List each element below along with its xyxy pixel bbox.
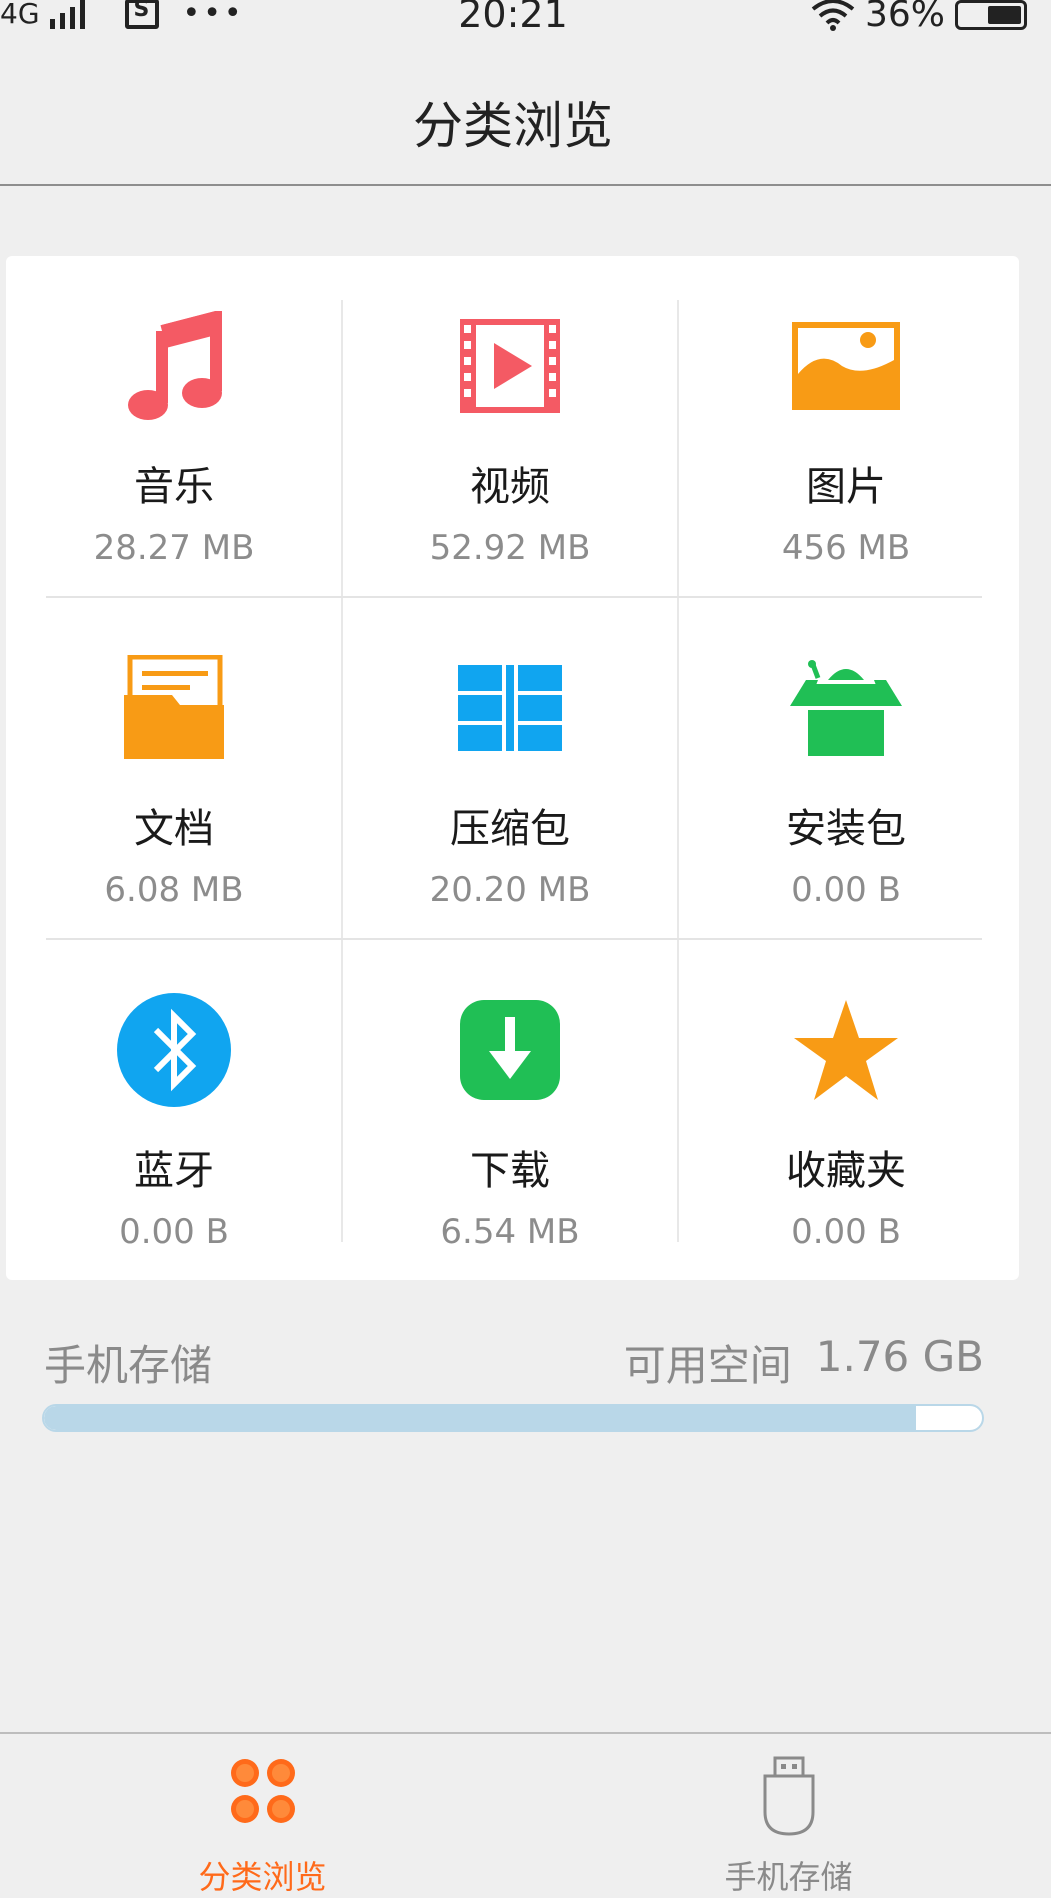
category-size: 0.00 B [791,870,901,910]
download-icon [342,995,678,1105]
category-archives[interactable]: 压缩包 20.20 MB [342,598,678,940]
category-favorites[interactable]: 收藏夹 0.00 B [678,940,1014,1282]
category-size: 6.08 MB [104,870,244,910]
free-space-value: 1.76 GB [815,1332,984,1381]
category-size: 20.20 MB [429,870,591,910]
star-icon [678,995,1014,1105]
wifi-icon [811,0,855,31]
category-documents[interactable]: 文档 6.08 MB [6,598,342,940]
storage-free: 可用空间 1.76 GB [624,1332,984,1393]
category-pictures[interactable]: 图片 456 MB [678,256,1014,598]
category-name: 音乐 [134,464,214,510]
music-note-icon [6,311,342,421]
tab-label: 手机存储 [724,1858,853,1896]
tab-phone-storage[interactable]: 手机存储 [526,1734,1051,1896]
video-film-icon [342,311,678,421]
category-downloads[interactable]: 下载 6.54 MB [342,940,678,1282]
category-grid: 音乐 28.27 MB 视频 52.92 MB 图片 456 MB 文档 6.0… [6,256,1019,1280]
title-bar: 分类浏览 [0,34,1051,186]
storage-label: 手机存储 [44,1341,213,1390]
category-size: 28.27 MB [93,528,255,568]
category-size: 6.54 MB [440,1212,580,1252]
storage-usage-bar [42,1404,984,1432]
category-name: 安装包 [786,806,906,852]
picture-icon [678,311,1014,421]
category-size: 0.00 B [791,1212,901,1252]
category-name: 图片 [806,464,886,510]
battery-icon [955,0,1027,30]
free-space-label: 可用空间 [623,1341,792,1390]
bluetooth-icon [6,993,342,1107]
category-name: 文档 [134,806,214,852]
bottom-nav: 分类浏览 手机存储 [0,1732,1051,1896]
status-right: 36% [811,0,1027,35]
category-video[interactable]: 视频 52.92 MB [342,256,678,598]
category-name: 视频 [470,464,550,510]
android-package-icon [678,653,1014,763]
category-card: 音乐 28.27 MB 视频 52.92 MB 图片 456 MB 文档 6.0… [6,256,1019,1280]
battery-percent: 36% [864,0,945,35]
category-name: 压缩包 [450,806,570,852]
document-folder-icon [6,653,342,763]
category-apk[interactable]: 安装包 0.00 B [678,598,1014,940]
usb-storage-icon [526,1756,1051,1836]
page-title: 分类浏览 [413,97,613,155]
archive-icon [342,653,678,763]
category-size: 0.00 B [119,1212,229,1252]
category-music[interactable]: 音乐 28.27 MB [6,256,342,598]
category-name: 下载 [470,1148,550,1194]
category-bluetooth[interactable]: 蓝牙 0.00 B [6,940,342,1282]
category-size: 456 MB [781,528,911,568]
category-dots-icon [0,1756,525,1836]
storage-usage-fill [44,1406,917,1430]
tab-category-browse[interactable]: 分类浏览 [0,1734,525,1896]
category-name: 收藏夹 [786,1148,906,1194]
status-bar: 4G ••• 20:21 36% [0,0,1051,36]
tab-label: 分类浏览 [198,1858,327,1896]
category-name: 蓝牙 [134,1148,214,1194]
category-size: 52.92 MB [429,528,591,568]
